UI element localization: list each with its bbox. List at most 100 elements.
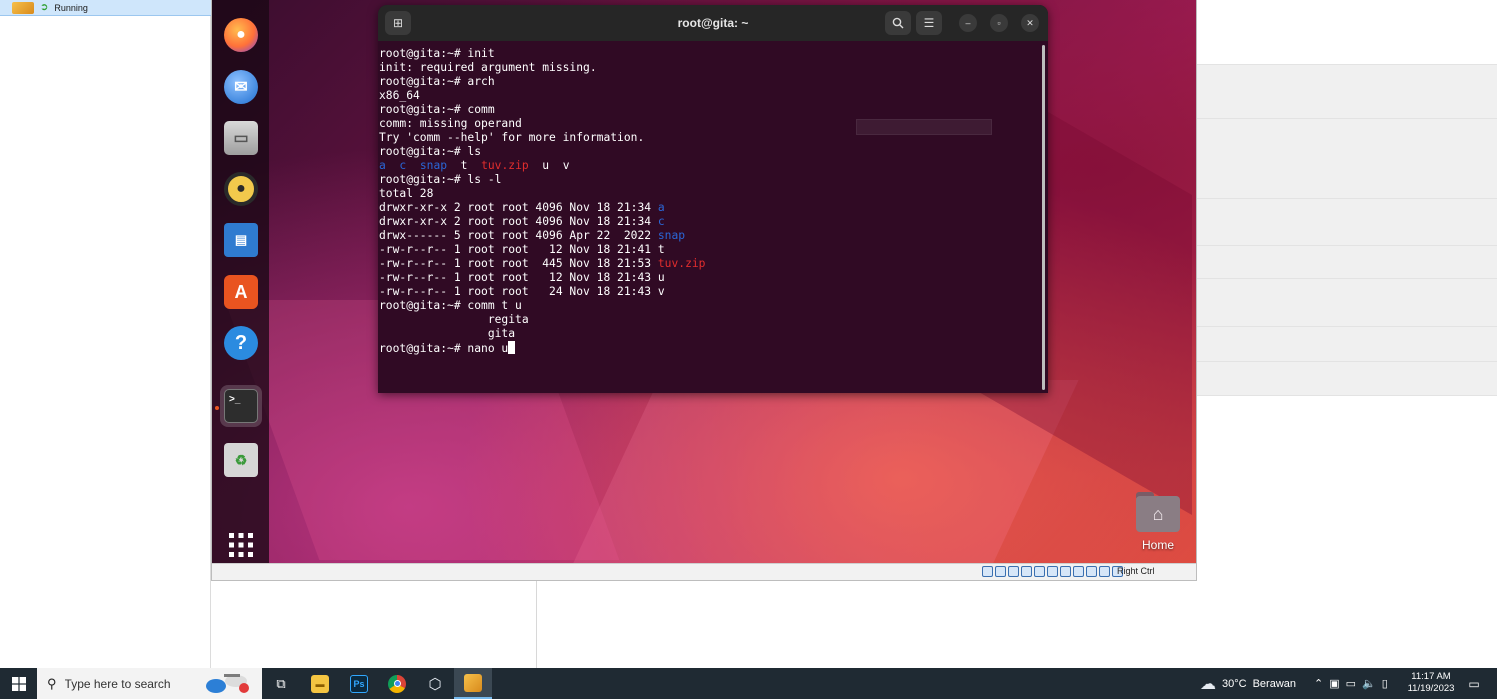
terminal-text: root@gita:~# ls [379, 145, 482, 158]
cpu-icon[interactable] [1086, 566, 1097, 577]
taskbar-clock[interactable]: 11:17 AM 11/19/2023 [1404, 671, 1458, 695]
dock-files[interactable]: ▭ [220, 117, 262, 159]
terminal-icon: >_ [224, 389, 258, 423]
terminal-line: drwxr-xr-x 2 root root 4096 Nov 18 21:34… [379, 201, 1042, 215]
folder-icon: ▬ [311, 674, 329, 693]
battery-icon[interactable]: ▭ [1346, 677, 1356, 690]
taskbar-file-explorer[interactable]: ▬ [301, 668, 339, 699]
show-apps-button[interactable] [220, 524, 262, 563]
dock-firefox[interactable]: ● [220, 14, 262, 56]
volume-muted-icon[interactable]: 🔈 [1362, 677, 1376, 690]
network-icon[interactable] [1021, 566, 1032, 577]
weather-widget[interactable]: ☁ 30°C Berawan [1200, 668, 1296, 699]
notification-icon: ▭ [1468, 676, 1480, 691]
search-button[interactable] [885, 11, 911, 35]
photoshop-icon: Ps [350, 674, 368, 693]
chevron-up-icon[interactable]: ⌃ [1314, 677, 1323, 690]
terminal-text: -rw-r--r-- 1 root root 445 Nov 18 21:53 [379, 257, 658, 270]
terminal-line: -rw-r--r-- 1 root root 12 Nov 18 21:41 t [379, 243, 1042, 257]
dock-rhythmbox[interactable]: ● [220, 168, 262, 210]
shared-folders-icon[interactable] [1047, 566, 1058, 577]
terminal-text: x86_64 [379, 89, 420, 102]
audio-icon[interactable] [1008, 566, 1019, 577]
vm-details-panel [1197, 0, 1497, 580]
dock-thunderbird[interactable]: ✉ [220, 66, 262, 108]
terminal-text: u v [528, 159, 570, 172]
panel-divider [536, 580, 537, 668]
vm-device-icons [982, 566, 1123, 577]
search-highlight-illustration-icon [206, 674, 249, 693]
taskbar-virtualbox-vm[interactable] [454, 668, 492, 699]
dock-terminal[interactable]: >_ [220, 385, 262, 427]
terminal-line: -rw-r--r-- 1 root root 12 Nov 18 21:43 u [379, 271, 1042, 285]
weather-description: Berawan [1252, 677, 1296, 690]
taskbar-task-view[interactable]: ⧉ [262, 668, 300, 699]
dock-help[interactable]: ? [220, 322, 262, 364]
taskbar-virtualbox[interactable]: ⬡ [416, 668, 454, 699]
terminal-text: comm: missing operand [379, 117, 522, 130]
terminal-text: tuv.zip [481, 159, 529, 172]
search-input[interactable] [64, 676, 195, 691]
details-divider [1197, 395, 1497, 396]
details-divider [1197, 198, 1497, 199]
dock-trash[interactable]: ♻ [220, 439, 262, 481]
terminal-text: Try 'comm --help' for more information. [379, 131, 645, 144]
close-button[interactable]: ✕ [1021, 14, 1039, 32]
menu-button[interactable]: ☰ [916, 11, 942, 35]
terminal-text: regita [379, 313, 529, 326]
virtualbox-icon: ⬡ [428, 675, 442, 693]
details-divider [1197, 361, 1497, 362]
minimize-button[interactable]: – [959, 14, 977, 32]
virtualbox-vm-window: ● ✉ ▭ ● ▤ A ? >_ ♻ root@gita: ~ ⊞ ☰ – ▫ … [211, 0, 1197, 581]
recording-icon[interactable] [1073, 566, 1084, 577]
terminal-output[interactable]: root@gita:~# init init: required argument… [378, 41, 1042, 393]
hamburger-icon: ☰ [923, 16, 935, 30]
terminal-text: tuv.zip [657, 257, 706, 270]
terminal-text: root@gita:~# nano u [379, 342, 509, 355]
terminal-header-bar[interactable]: root@gita: ~ ⊞ ☰ – ▫ ✕ [378, 5, 1048, 41]
details-divider [1197, 326, 1497, 327]
terminal-line: root@gita:~# ls [379, 145, 1042, 159]
task-view-icon: ⧉ [276, 675, 286, 691]
taskbar-chrome[interactable] [378, 668, 416, 699]
taskbar-photoshop[interactable]: Ps [340, 668, 378, 699]
system-tray: ⌃ ▣ ▭ 🔈 ▯ [1314, 668, 1388, 699]
hard-disk-icon[interactable] [982, 566, 993, 577]
running-indicator [215, 406, 219, 410]
terminal-text: t [447, 159, 482, 172]
new-tab-button[interactable]: ⊞ [385, 11, 411, 35]
start-button[interactable] [0, 668, 37, 699]
terminal-text: root@gita:~# init [379, 47, 495, 60]
meet-now-icon[interactable]: ▣ [1329, 677, 1339, 690]
vm-list-item[interactable]: ➲ Running [0, 0, 211, 16]
chrome-icon [388, 674, 406, 693]
optical-drive-icon[interactable] [995, 566, 1006, 577]
terminal-line: a c snap t tuv.zip u v [379, 159, 1042, 173]
terminal-window[interactable]: root@gita: ~ ⊞ ☰ – ▫ ✕ root@gita:~# init… [378, 5, 1048, 393]
mouse-integration-icon[interactable] [1099, 566, 1110, 577]
trash-icon: ♻ [224, 443, 258, 477]
dock-software[interactable]: A [220, 271, 262, 313]
usb-icon[interactable] [1034, 566, 1045, 577]
dock-libreoffice-writer[interactable]: ▤ [220, 219, 262, 261]
writer-icon: ▤ [224, 223, 258, 257]
taskbar-search[interactable]: ⚲ [37, 668, 262, 699]
terminal-text: -rw-r--r-- 1 root root 12 Nov 18 21:43 u [379, 271, 665, 284]
maximize-button[interactable]: ▫ [990, 14, 1008, 32]
ubuntu-desktop[interactable]: ● ✉ ▭ ● ▤ A ? >_ ♻ root@gita: ~ ⊞ ☰ – ▫ … [212, 0, 1196, 563]
vm-manager-bottom-area [211, 580, 1497, 668]
home-label[interactable]: Home [1118, 538, 1196, 552]
terminal-line: regita [379, 313, 1042, 327]
notification-center-button[interactable]: ▭ [1463, 668, 1485, 699]
text-cursor [508, 341, 516, 354]
terminal-line: root@gita:~# arch [379, 75, 1042, 89]
display-icon[interactable] [1060, 566, 1071, 577]
network-icon[interactable]: ▯ [1382, 677, 1388, 690]
terminal-text: root@gita:~# comm t u [379, 299, 522, 312]
home-folder-icon[interactable]: ⌂ [1136, 492, 1180, 532]
terminal-line: root@gita:~# comm [379, 103, 1042, 117]
terminal-scrollbar[interactable] [1042, 45, 1045, 390]
details-divider [1197, 64, 1497, 65]
